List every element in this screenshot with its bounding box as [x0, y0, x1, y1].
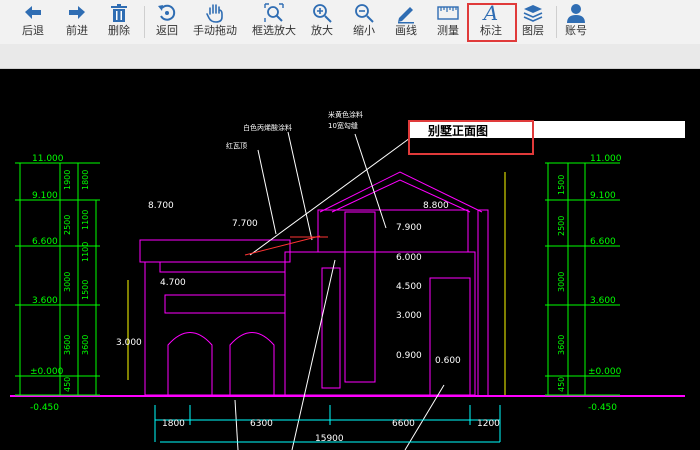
measure-button[interactable]: 测量 — [437, 2, 459, 42]
zoom-out-icon — [355, 4, 374, 23]
toolbar: 后退 前进 删除 返回 手动拖动 框选放大 放大 缩小 画线 测量 A 标注 图… — [0, 0, 700, 45]
level-label: 6.600 — [32, 237, 58, 247]
elevation-label: 0.600 — [435, 356, 461, 366]
account-label: 账号 — [565, 25, 587, 37]
zoom-in-button[interactable]: 放大 — [311, 2, 333, 42]
level-label: 9.100 — [32, 191, 58, 201]
forward-label: 前进 — [66, 25, 88, 37]
elevation-label: 3.000 — [116, 338, 142, 348]
forward-button[interactable]: 前进 — [66, 2, 88, 42]
annotation-tile: 10宽勾缝 — [328, 121, 358, 130]
level-label: ±0.000 — [588, 367, 622, 377]
pencil-icon — [398, 7, 414, 24]
annotation-highlight — [408, 120, 534, 155]
hand-icon — [206, 4, 223, 23]
cad-canvas[interactable]: 11.000 9.100 6.600 3.600 ±0.000 -0.450 1… — [0, 69, 700, 450]
elevation-label: 4.700 — [160, 278, 186, 288]
back-button[interactable]: 后退 — [22, 2, 44, 42]
elevation-label: 8.800 — [423, 201, 449, 211]
dimension-label: 3600 — [81, 335, 90, 355]
level-label: 6.600 — [590, 237, 616, 247]
zoom-in-icon — [313, 4, 332, 23]
delete-label: 删除 — [108, 25, 130, 37]
building-elevation-labels: 8.700 7.700 8.800 7.900 6.000 4.700 4.50… — [116, 201, 461, 366]
active-tool-highlight — [467, 3, 517, 42]
dimension-label: 2500 — [63, 215, 72, 235]
pan-button[interactable]: 手动拖动 — [193, 2, 237, 42]
return-button[interactable]: 返回 — [156, 2, 178, 42]
layers-icon — [523, 5, 543, 22]
level-label: 11.000 — [32, 154, 64, 164]
toolbar-separator — [556, 6, 557, 38]
zoom-window-button[interactable]: 框选放大 — [252, 2, 296, 42]
user-icon — [567, 4, 585, 23]
right-dimension-labels: 1500 2500 3000 3600 450 — [557, 175, 566, 392]
elevation-label: 0.900 — [396, 351, 422, 361]
elevation-label: 8.700 — [148, 201, 174, 211]
dimension-label: 1900 — [63, 170, 72, 190]
dimension-label: 1800 — [162, 419, 185, 429]
back-label: 后退 — [22, 25, 44, 37]
left-level-labels: 11.000 9.100 6.600 3.600 ±0.000 -0.450 — [30, 154, 64, 413]
elevation-label: 7.700 — [232, 219, 258, 229]
draw-line-label: 画线 — [395, 25, 417, 37]
dimension-label: 1100 — [81, 210, 90, 230]
dimension-label: 1100 — [81, 242, 90, 262]
dimension-label: 3600 — [557, 335, 566, 355]
level-label: 3.600 — [590, 296, 616, 306]
dimension-label: 1200 — [477, 419, 500, 429]
trash-icon — [111, 4, 127, 22]
forward-arrow-icon — [69, 6, 85, 19]
level-label: -0.450 — [588, 403, 617, 413]
annotation-paint-white: 白色丙烯酸涂料 — [243, 123, 292, 132]
zoom-window-icon — [264, 3, 284, 22]
ruler-icon — [437, 6, 459, 20]
delete-button[interactable]: 删除 — [108, 2, 130, 42]
level-label: ±0.000 — [30, 367, 64, 377]
level-label: 9.100 — [590, 191, 616, 201]
right-level-labels: 11.000 9.100 6.600 3.600 ±0.000 -0.450 — [588, 154, 622, 413]
zoom-out-label: 缩小 — [353, 25, 375, 37]
level-label: 11.000 — [590, 154, 622, 164]
bottom-dimension-labels: 1800 6300 6600 1200 15900 — [162, 419, 500, 444]
elevation-label: 4.500 — [396, 282, 422, 292]
toolbar-separator — [144, 6, 145, 38]
dimension-label: 3600 — [63, 335, 72, 355]
left-dimension-labels: 1900 2500 3000 3600 450 1800 1100 1100 1… — [63, 170, 90, 392]
draw-line-button[interactable]: 画线 — [395, 2, 417, 42]
secondary-bar — [0, 44, 700, 69]
pan-label: 手动拖动 — [193, 25, 237, 37]
measure-label: 测量 — [437, 25, 459, 37]
back-arrow-icon — [25, 6, 41, 19]
elevation-label: 7.900 — [396, 223, 422, 233]
zoom-window-label: 框选放大 — [252, 25, 296, 37]
level-label: 3.600 — [32, 296, 58, 306]
dimension-label: 1800 — [81, 170, 90, 190]
dimension-label: 2500 — [557, 216, 566, 236]
zoom-out-button[interactable]: 缩小 — [353, 2, 375, 42]
layers-button[interactable]: 图层 — [522, 2, 544, 42]
annotation-roof-tile: 红瓦顶 — [226, 141, 247, 150]
material-annotations: 白色丙烯酸涂料 米黄色涂料 10宽勾缝 红瓦顶 — [226, 110, 363, 150]
annotation-paint-yellow: 米黄色涂料 — [328, 110, 363, 119]
dimension-label: 1500 — [557, 175, 566, 195]
elevation-label: 3.000 — [396, 311, 422, 321]
dimension-label: 6600 — [392, 419, 415, 429]
dimension-label: 3000 — [63, 272, 72, 292]
total-width-label: 15900 — [315, 434, 344, 444]
elevation-label: 6.000 — [396, 253, 422, 263]
dimension-label: 1500 — [81, 280, 90, 300]
undo-icon — [158, 4, 176, 21]
return-label: 返回 — [156, 25, 178, 37]
dimension-label: 450 — [63, 377, 72, 392]
level-label: -0.450 — [30, 403, 59, 413]
account-button[interactable]: 账号 — [565, 2, 587, 42]
dimension-label: 6300 — [250, 419, 273, 429]
layers-label: 图层 — [522, 25, 544, 37]
dimension-label: 3000 — [557, 272, 566, 292]
zoom-in-label: 放大 — [311, 25, 333, 37]
dimension-label: 450 — [557, 377, 566, 392]
